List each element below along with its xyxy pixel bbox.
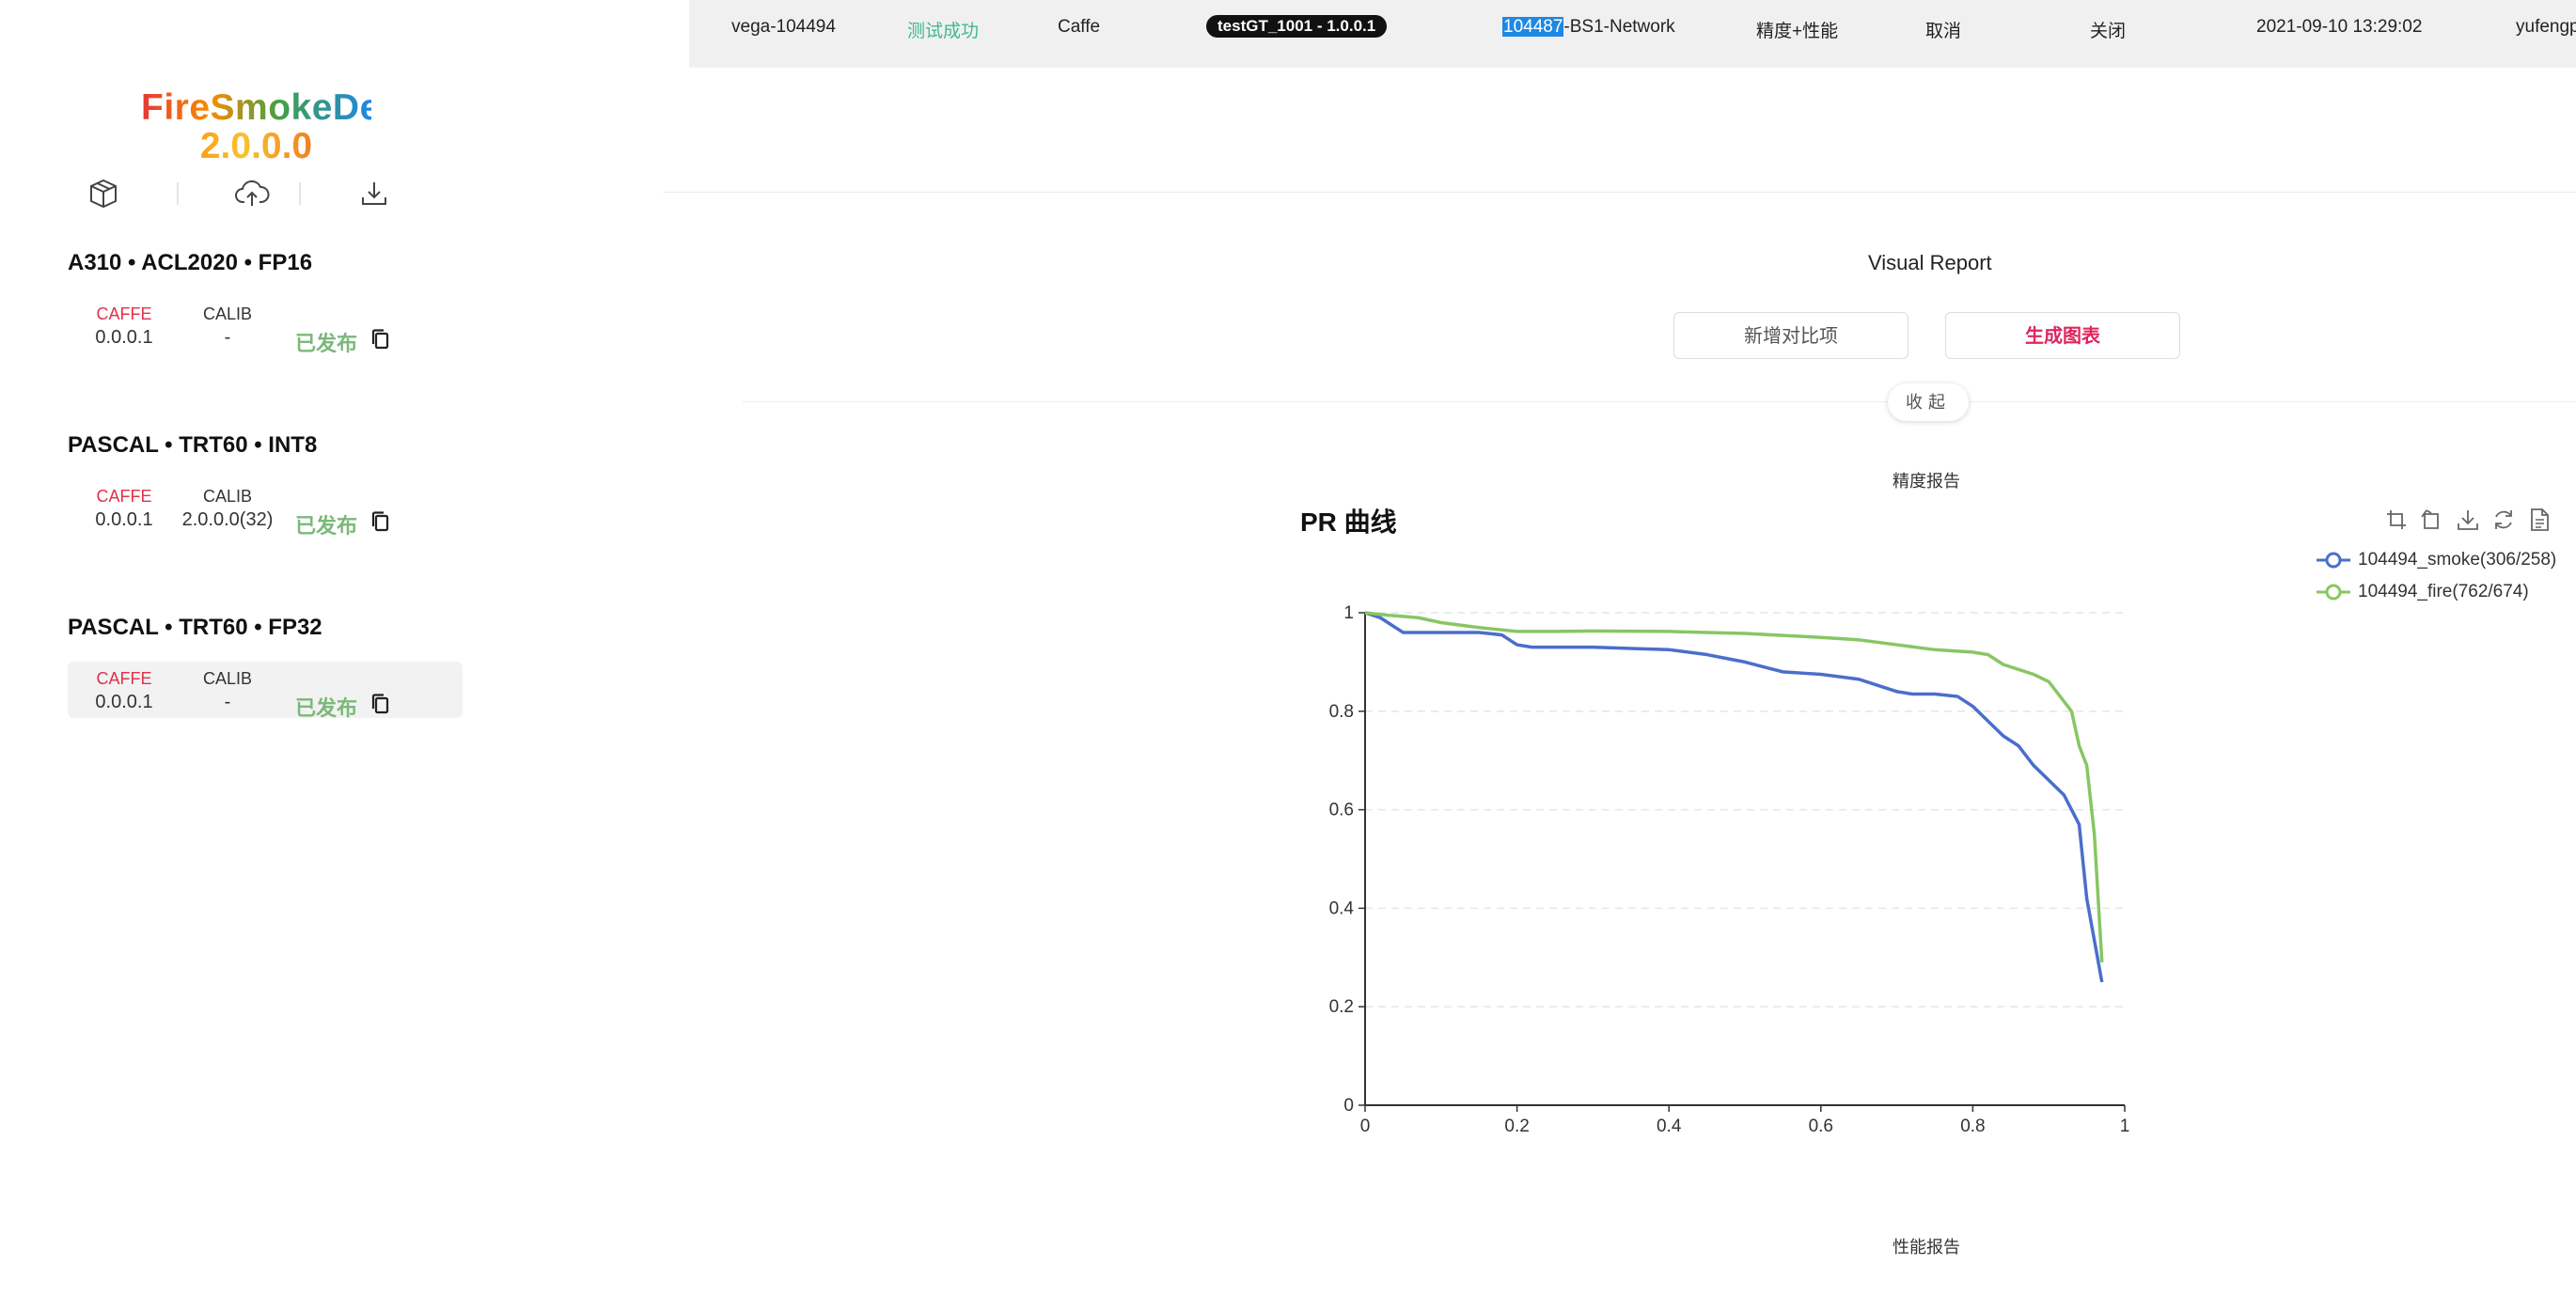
legend-marker [2317, 584, 2350, 601]
x-tick-label: 0.2 [1504, 1116, 1529, 1136]
network-rest: -BS1-Network [1563, 17, 1675, 37]
task-row[interactable]: vega-104494 测试成功 Caffe testGT_1001 - 1.0… [689, 0, 2576, 68]
generate-chart-button[interactable]: 生成图表 [1945, 312, 2180, 359]
group-title: A310 • ACL2020 • FP16 [68, 250, 313, 275]
zoom-reset-icon[interactable] [2418, 506, 2446, 534]
logo-name: FireSmokeDet [141, 87, 394, 128]
legend-label: 104494_smoke(306/258) [2358, 550, 2557, 570]
y-tick-label: 0 [1343, 1096, 1354, 1116]
download-icon[interactable] [355, 175, 393, 212]
package-icon[interactable] [85, 175, 122, 212]
series-line-smoke[interactable] [1364, 611, 2104, 983]
group-card[interactable]: CAFFE 0.0.0.1 CALIB - 已发布 [68, 662, 463, 720]
task-framework: Caffe [1058, 17, 1101, 37]
zoom-select-icon[interactable] [2382, 506, 2411, 534]
framework-label: CAFFE [96, 487, 152, 506]
toolbar-separator [177, 182, 179, 205]
save-image-icon[interactable] [2454, 506, 2482, 534]
x-tick-label: 0.6 [1809, 1116, 1833, 1136]
report-title: Visual Report [1868, 251, 1992, 274]
calib-value: - [224, 327, 231, 348]
sidebar: FireSmokeDet 2.0.0.0 A310 • ACL2020 • FP… [0, 0, 686, 1296]
logo-version: 2.0.0.0 [141, 127, 371, 166]
performance-section-label: 性能报告 [1893, 1238, 1960, 1257]
chart-title: PR 曲线 [1300, 507, 1397, 537]
calib-label: CALIB [202, 669, 253, 688]
refresh-icon[interactable] [2490, 506, 2518, 534]
pr-curve-chart: 0 0.2 0.4 0.6 0.8 1 0 0.2 0.4 0.6 0.8 1 [1329, 603, 2130, 1136]
data-view-icon[interactable] [2525, 506, 2553, 534]
status-badge: 已发布 [295, 332, 358, 355]
task-status: 测试成功 [907, 22, 980, 41]
cloud-upload-icon[interactable] [233, 175, 271, 212]
framework-label: CAFFE [96, 669, 152, 688]
group-card[interactable]: CAFFE 0.0.0.1 CALIB 2.0.0.0(32) 已发布 [68, 479, 463, 538]
app-logo: FireSmokeDet 2.0.0.0 [141, 87, 394, 166]
collapse-button[interactable]: 收起 [1888, 383, 1969, 421]
task-datetime: 2021-09-10 13:29:02 [2256, 17, 2423, 37]
accuracy-section-label: 精度报告 [1893, 472, 1960, 491]
calib-value: - [224, 692, 231, 712]
copy-icon[interactable] [369, 509, 393, 534]
x-tick-label: 0.4 [1657, 1116, 1682, 1136]
group-card[interactable]: CAFFE 0.0.0.1 CALIB - 已发布 [68, 297, 463, 355]
calib-label: CALIB [202, 487, 253, 506]
x-tick-label: 0.8 [1960, 1116, 1985, 1136]
x-tick-label: 1 [2120, 1116, 2130, 1136]
group-title: PASCAL • TRT60 • INT8 [68, 432, 318, 458]
y-tick-label: 0.8 [1329, 702, 1354, 722]
x-tick-label: 0 [1360, 1116, 1371, 1136]
y-tick-label: 0.2 [1329, 997, 1354, 1017]
toolbar-separator [299, 182, 301, 205]
cancel-link[interactable]: 取消 [1925, 17, 1961, 42]
add-compare-button[interactable]: 新增对比项 [1673, 312, 1908, 359]
y-tick-label: 1 [1343, 603, 1354, 623]
legend-marker [2317, 552, 2350, 569]
divider [663, 192, 2576, 193]
legend-label: 104494_fire(762/674) [2358, 582, 2529, 601]
copy-icon[interactable] [369, 692, 393, 716]
network-name: 104487-BS1-Network [1502, 17, 1675, 38]
close-link[interactable]: 关闭 [2090, 17, 2126, 42]
y-tick-label: 0.6 [1329, 801, 1354, 820]
calib-label: CALIB [202, 304, 253, 323]
network-highlight: 104487 [1502, 17, 1564, 37]
copy-icon[interactable] [369, 327, 393, 351]
status-badge: 已发布 [295, 514, 358, 538]
task-name: vega-104494 [731, 17, 836, 37]
status-badge: 已发布 [295, 696, 358, 720]
framework-label: CAFFE [96, 304, 152, 323]
task-user: yufengp [2516, 17, 2576, 37]
divider [743, 401, 2576, 402]
task-metric: 精度+性能 [1756, 22, 1839, 41]
series-line-fire[interactable] [1364, 611, 2104, 963]
calib-value: 2.0.0.0(32) [181, 509, 274, 530]
y-tick-label: 0.4 [1329, 898, 1355, 918]
dataset-badge: testGT_1001 - 1.0.0.1 [1206, 15, 1388, 38]
group-title: PASCAL • TRT60 • FP32 [68, 615, 322, 640]
